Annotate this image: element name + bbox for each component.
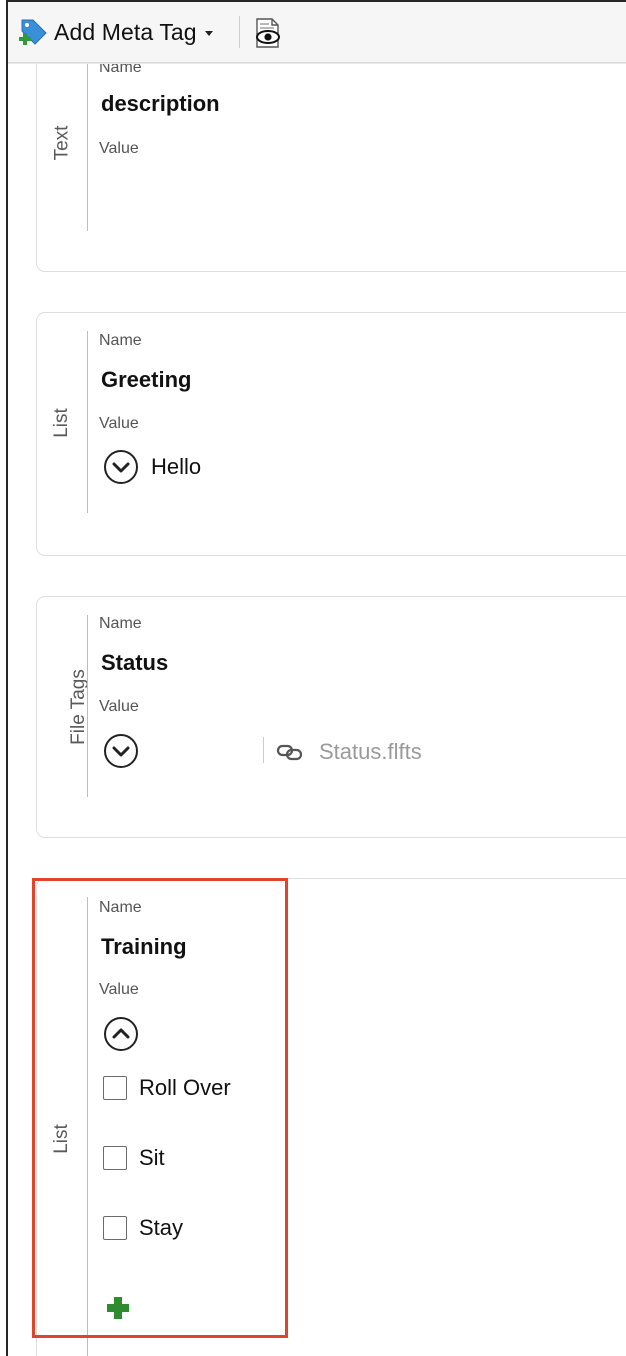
option-checkbox[interactable] xyxy=(103,1146,127,1170)
tag-type-label: List xyxy=(50,408,72,438)
list-selected-value: Hello xyxy=(151,454,202,479)
meta-tag-panel-training: List Name Training Value Roll Over Sit S… xyxy=(36,878,626,1356)
meta-tag-panel-status: File Tags Name Status Value Status.flfts xyxy=(36,596,626,838)
toolbar: Add Meta Tag xyxy=(8,2,626,63)
option-checkbox[interactable] xyxy=(103,1076,127,1100)
tag-name-value[interactable]: Greeting xyxy=(101,367,191,393)
name-field-label: Name xyxy=(99,332,142,349)
panel-divider-line xyxy=(87,897,88,1356)
panel-divider-line xyxy=(87,43,88,231)
file-link-divider xyxy=(263,737,264,763)
value-field-label: Value xyxy=(99,140,139,157)
add-meta-tag-button[interactable]: Add Meta Tag xyxy=(16,14,213,50)
tag-name-value[interactable]: description xyxy=(101,91,220,117)
tag-type-label: File Tags xyxy=(67,669,89,745)
add-meta-tag-label: Add Meta Tag xyxy=(54,18,197,45)
option-label: Roll Over xyxy=(139,1075,231,1100)
tag-name-value[interactable]: Training xyxy=(101,934,187,960)
eye-document-icon[interactable] xyxy=(250,16,284,50)
name-field-label: Name xyxy=(99,615,142,632)
list-option-stay[interactable]: Stay xyxy=(103,1215,183,1241)
option-checkbox[interactable] xyxy=(103,1216,127,1240)
tag-add-icon xyxy=(19,19,47,45)
meta-tag-panel-description: Text Name description Value xyxy=(36,42,626,272)
list-option-sit[interactable]: Sit xyxy=(103,1145,165,1171)
chevron-down-circle-icon[interactable] xyxy=(103,449,139,485)
tag-name-value[interactable]: Status xyxy=(101,650,168,676)
dropdown-caret-icon[interactable] xyxy=(204,31,213,36)
meta-tag-editor-window: Add Meta Tag Text Name description Value… xyxy=(6,0,626,1356)
value-field-label: Value xyxy=(99,981,139,998)
option-label: Sit xyxy=(139,1145,165,1170)
name-field-label: Name xyxy=(99,899,142,916)
option-label: Stay xyxy=(139,1215,184,1240)
link-icon xyxy=(276,744,303,761)
list-option-roll-over[interactable]: Roll Over xyxy=(103,1075,231,1101)
plus-icon[interactable] xyxy=(105,1295,131,1321)
tag-value-input[interactable] xyxy=(101,173,601,213)
panel-divider-line xyxy=(87,331,88,513)
tag-type-label: Text xyxy=(50,125,72,161)
toolbar-separator xyxy=(239,16,240,48)
tag-type-label: List xyxy=(50,1124,72,1154)
value-field-label: Value xyxy=(99,415,139,432)
file-tag-set-link[interactable]: Status.flfts xyxy=(319,739,422,765)
meta-tag-panel-greeting: List Name Greeting Value Hello xyxy=(36,312,626,556)
chevron-down-circle-icon[interactable] xyxy=(103,733,139,769)
panel-divider-line xyxy=(87,615,88,797)
chevron-up-circle-icon[interactable] xyxy=(103,1016,139,1052)
value-field-label: Value xyxy=(99,698,139,715)
